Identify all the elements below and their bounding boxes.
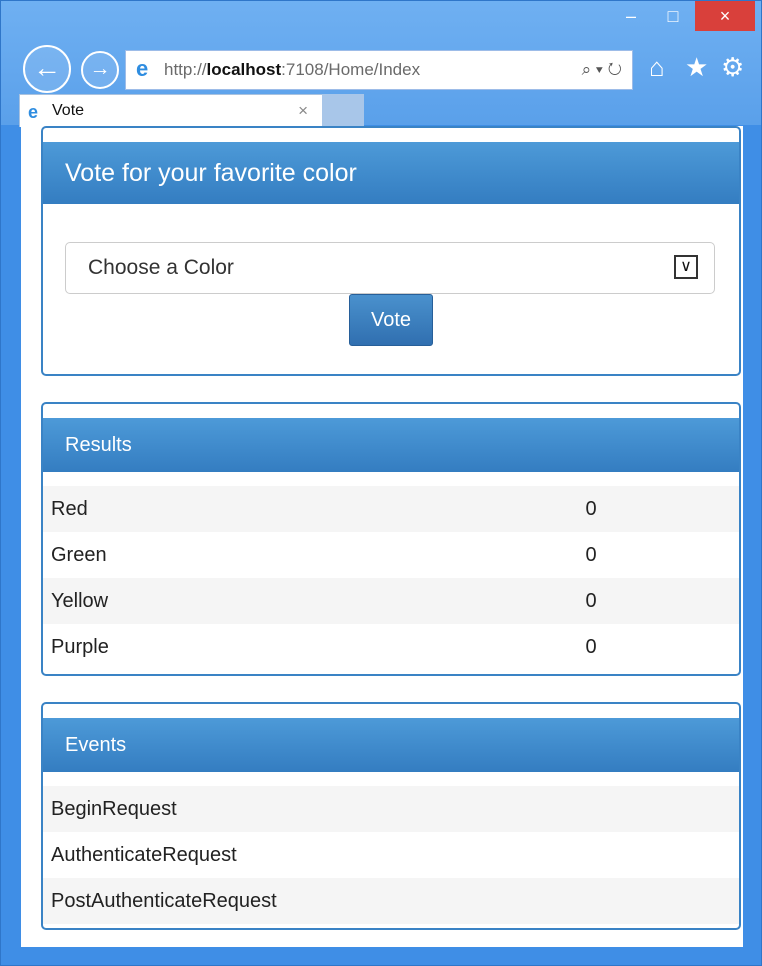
tab-close-icon[interactable]: × [298, 101, 308, 121]
events-panel: Events BeginRequest AuthenticateRequest … [41, 702, 741, 930]
list-item: PostAuthenticateRequest [43, 878, 739, 924]
settings-gear-icon[interactable]: ⚙ [721, 52, 744, 83]
results-heading: Results [43, 418, 739, 472]
result-color: Yellow [51, 589, 109, 612]
table-row: Green 0 [43, 532, 739, 578]
result-color: Green [51, 543, 107, 566]
favorites-star-icon[interactable]: ★ [685, 52, 708, 83]
new-tab-button[interactable] [322, 94, 364, 126]
minimize-button[interactable]: – [611, 1, 651, 31]
color-select[interactable]: Choose a Color ∨ [65, 242, 715, 294]
event-name: PostAuthenticateRequest [51, 889, 277, 912]
vote-panel: Vote for your favorite color Choose a Co… [41, 126, 741, 376]
address-tools[interactable]: ⌕ ▾ ↻ [548, 60, 622, 80]
address-url: http://localhost:7108/Home/Index [164, 60, 420, 80]
tab-title: Vote [52, 102, 85, 119]
vote-panel-heading: Vote for your favorite color [43, 142, 739, 204]
result-count: 0 [585, 543, 597, 566]
url-host: localhost [206, 60, 282, 79]
table-row: Purple 0 [43, 624, 739, 670]
browser-chrome: – □ × ← → e http://localhost:7108/Home/I… [1, 1, 761, 127]
results-list: Red 0 Green 0 Yellow 0 Purple 0 [43, 486, 739, 670]
home-icon[interactable]: ⌂ [649, 52, 665, 83]
result-color: Purple [51, 635, 109, 658]
list-item: AuthenticateRequest [43, 832, 739, 878]
result-count: 0 [585, 589, 597, 612]
list-item: BeginRequest [43, 786, 739, 832]
chevron-down-icon: ∨ [674, 255, 698, 279]
results-panel: Results Red 0 Green 0 Yellow 0 Purple 0 [41, 402, 741, 676]
window-bottom-border [1, 947, 761, 965]
url-prefix: http:// [164, 60, 207, 79]
result-count: 0 [585, 497, 597, 520]
close-button[interactable]: × [695, 1, 755, 31]
vote-button[interactable]: Vote [349, 294, 433, 346]
address-bar[interactable]: e http://localhost:7108/Home/Index ⌕ ▾ ↻ [125, 50, 633, 90]
color-select-value: Choose a Color [88, 256, 234, 279]
ie-logo-icon: e [136, 56, 149, 81]
url-path: :7108/Home/Index [281, 60, 421, 79]
result-color: Red [51, 497, 88, 520]
event-name: BeginRequest [51, 797, 177, 820]
event-name: AuthenticateRequest [51, 843, 237, 866]
result-count: 0 [585, 635, 597, 658]
tab-ie-icon: e [28, 102, 39, 122]
forward-button[interactable]: → [81, 51, 119, 89]
table-row: Red 0 [43, 486, 739, 532]
tab-vote[interactable]: e Vote × [19, 94, 323, 127]
back-button[interactable]: ← [23, 45, 71, 93]
browser-window: – □ × ← → e http://localhost:7108/Home/I… [0, 0, 762, 966]
maximize-button[interactable]: □ [653, 1, 693, 31]
events-list: BeginRequest AuthenticateRequest PostAut… [43, 786, 739, 924]
page-content: Vote for your favorite color Choose a Co… [21, 126, 743, 948]
table-row: Yellow 0 [43, 578, 739, 624]
events-heading: Events [43, 718, 739, 772]
